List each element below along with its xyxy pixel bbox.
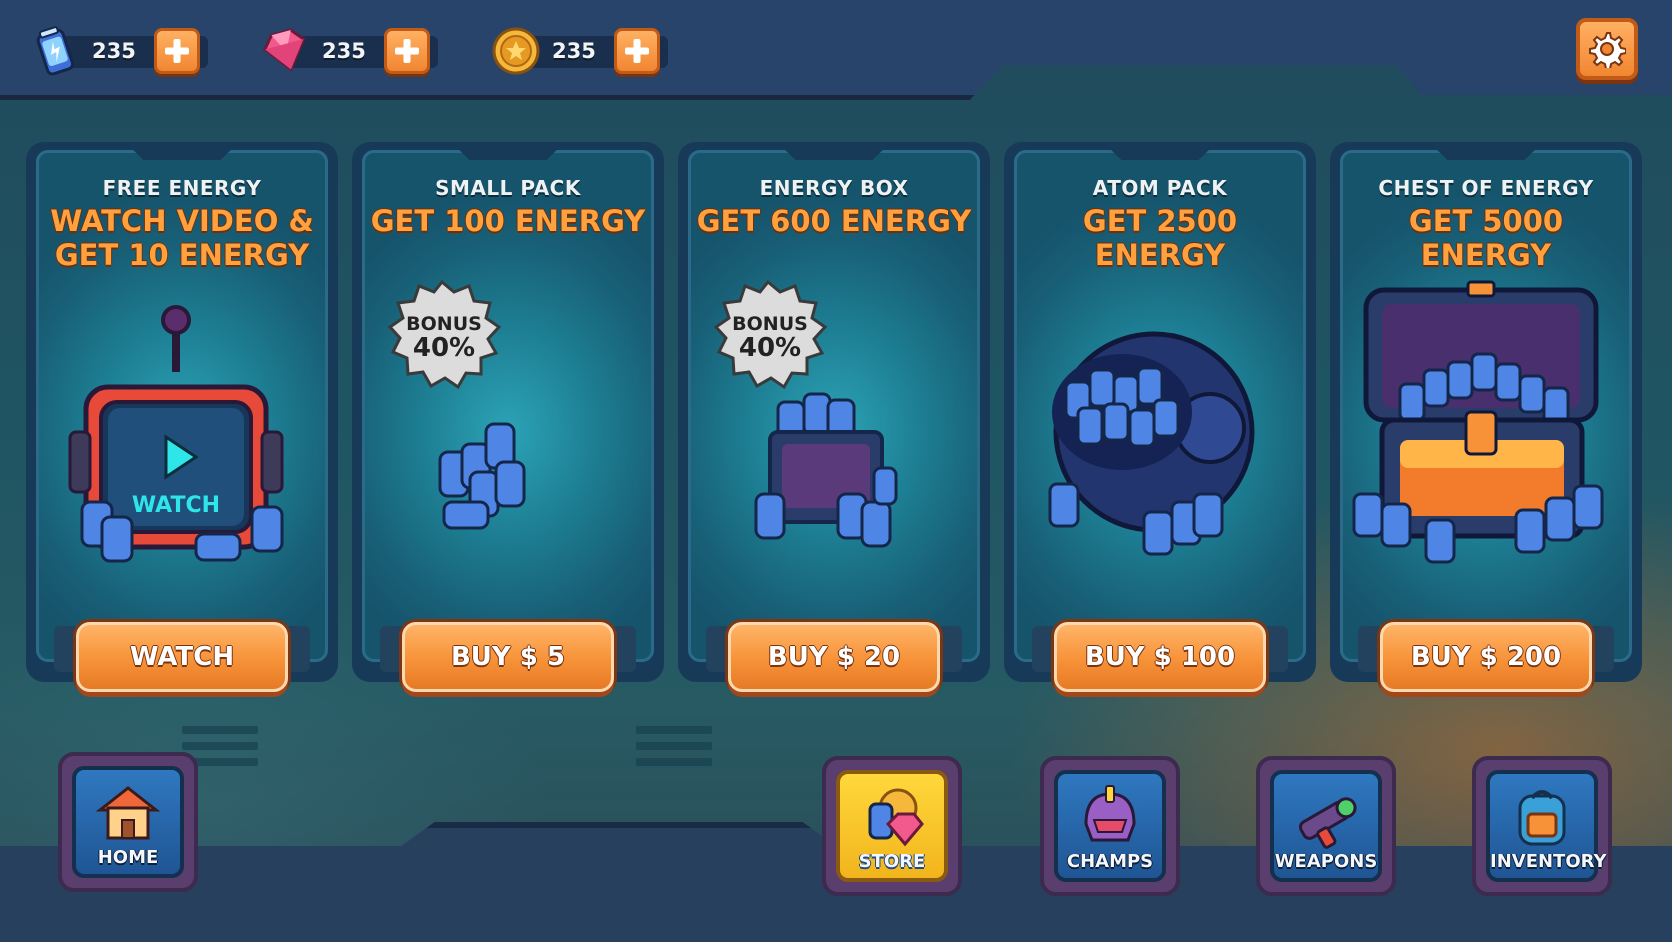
- buy-chest-button[interactable]: BUY $ 200: [1380, 622, 1592, 692]
- nav-tile: HOME: [72, 766, 184, 878]
- decor-dash: [182, 742, 258, 750]
- bonus-badge: BONUS 40%: [713, 279, 828, 390]
- card-title: GET 2500 ENERGY: [1082, 204, 1238, 272]
- nav-tile: STORE: [836, 770, 948, 882]
- settings-button[interactable]: [1576, 18, 1638, 80]
- decor-dash: [636, 758, 712, 766]
- nav-champs[interactable]: CHAMPS: [1040, 756, 1180, 896]
- small-pack-illustration: BONUS 40%: [387, 279, 526, 530]
- gear-icon: [1589, 32, 1626, 68]
- nav-label: INVENTORY: [1490, 851, 1607, 872]
- nav-label: STORE: [858, 851, 926, 872]
- champs-helmet-icon: [1084, 785, 1136, 842]
- decor-dash: [182, 726, 258, 734]
- add-gems-button[interactable]: [384, 28, 430, 74]
- nav-label: WEAPONS: [1274, 851, 1378, 872]
- card-subtitle: ATOM PACK: [1092, 176, 1228, 200]
- gold-coin-icon: [492, 27, 540, 75]
- add-coins-button[interactable]: [614, 28, 660, 74]
- energy-battery-icon: [36, 26, 75, 76]
- weapons-blaster-icon: [1298, 797, 1357, 849]
- pink-gem-icon: [263, 28, 306, 72]
- nav-weapons[interactable]: WEAPONS: [1256, 756, 1396, 896]
- card-subtitle: SMALL PACK: [435, 176, 581, 200]
- chest-illustration: [1352, 280, 1604, 564]
- nav-tile: CHAMPS: [1054, 770, 1166, 882]
- card-title-line: WATCH VIDEO &: [50, 204, 314, 238]
- decor-dash: [636, 726, 712, 734]
- store-icon: [868, 788, 924, 847]
- nav-store[interactable]: STORE: [822, 756, 962, 896]
- buy-atom-pack-button[interactable]: BUY $ 100: [1054, 622, 1266, 692]
- watch-button[interactable]: WATCH: [76, 622, 288, 692]
- card-small-pack: SMALL PACK GET 100 ENERGY BONUS 40% BUY …: [352, 142, 664, 692]
- card-energy-box: ENERGY BOX GET 600 ENERGY BONUS 40% BUY …: [678, 142, 990, 692]
- card-chest-of-energy: CHEST OF ENERGY GET 5000 ENERGY BUY $ 20…: [1330, 142, 1642, 692]
- nav-tile: INVENTORY: [1486, 770, 1607, 882]
- energy-value: 235: [92, 39, 136, 63]
- tv-robot-illustration: WATCH: [68, 305, 284, 563]
- card-atom-pack: ATOM PACK GET 2500 ENERGY BUY $ 100: [1004, 142, 1316, 692]
- nav-home[interactable]: HOME: [58, 752, 198, 892]
- coins-value: 235: [552, 39, 596, 63]
- card-subtitle: ENERGY BOX: [759, 176, 909, 200]
- card-free-energy: FREE ENERGY WATCH VIDEO & GET 10 ENERGY …: [26, 142, 338, 692]
- card-title-line: GET 10 ENERGY: [54, 238, 310, 272]
- card-subtitle: FREE ENERGY: [102, 176, 262, 200]
- nav-tile: WEAPONS: [1270, 770, 1382, 882]
- inventory-backpack-icon: [1518, 790, 1566, 846]
- add-energy-button[interactable]: [154, 28, 200, 74]
- bonus-percent: 40%: [739, 333, 801, 363]
- coins-counter: 235: [488, 24, 668, 78]
- energy-box-illustration: BONUS 40%: [713, 279, 898, 548]
- card-title: WATCH VIDEO & GET 10 ENERGY: [36, 204, 328, 272]
- tv-watch-text: WATCH: [132, 493, 220, 518]
- nav-label: CHAMPS: [1066, 851, 1154, 872]
- card-notch: [1431, 144, 1541, 160]
- card-notch: [127, 144, 237, 160]
- buy-energy-box-button[interactable]: BUY $ 20: [728, 622, 940, 692]
- decor-dash: [636, 742, 712, 750]
- bonus-percent: 40%: [413, 333, 475, 363]
- bonus-word: BONUS: [732, 313, 808, 335]
- card-title: GET 600 ENERGY: [696, 204, 972, 238]
- gems-counter: 235: [258, 24, 438, 78]
- nav-label: HOME: [97, 847, 159, 868]
- card-notch: [453, 144, 563, 160]
- card-subtitle: CHEST OF ENERGY: [1378, 176, 1594, 200]
- buy-small-pack-button[interactable]: BUY $ 5: [402, 622, 614, 692]
- home-icon: [95, 786, 161, 840]
- gems-value: 235: [322, 39, 366, 63]
- energy-counter: 235: [28, 24, 208, 78]
- nav-inventory[interactable]: INVENTORY: [1472, 756, 1612, 896]
- card-notch: [779, 144, 889, 160]
- bonus-badge: BONUS 40%: [387, 279, 502, 390]
- card-notch: [1105, 144, 1215, 160]
- card-title: GET 100 ENERGY: [370, 204, 646, 238]
- top-bar: [0, 0, 1672, 100]
- bonus-word: BONUS: [406, 313, 482, 335]
- card-title: GET 5000 ENERGY: [1408, 204, 1564, 272]
- atom-pack-illustration: [1048, 331, 1255, 556]
